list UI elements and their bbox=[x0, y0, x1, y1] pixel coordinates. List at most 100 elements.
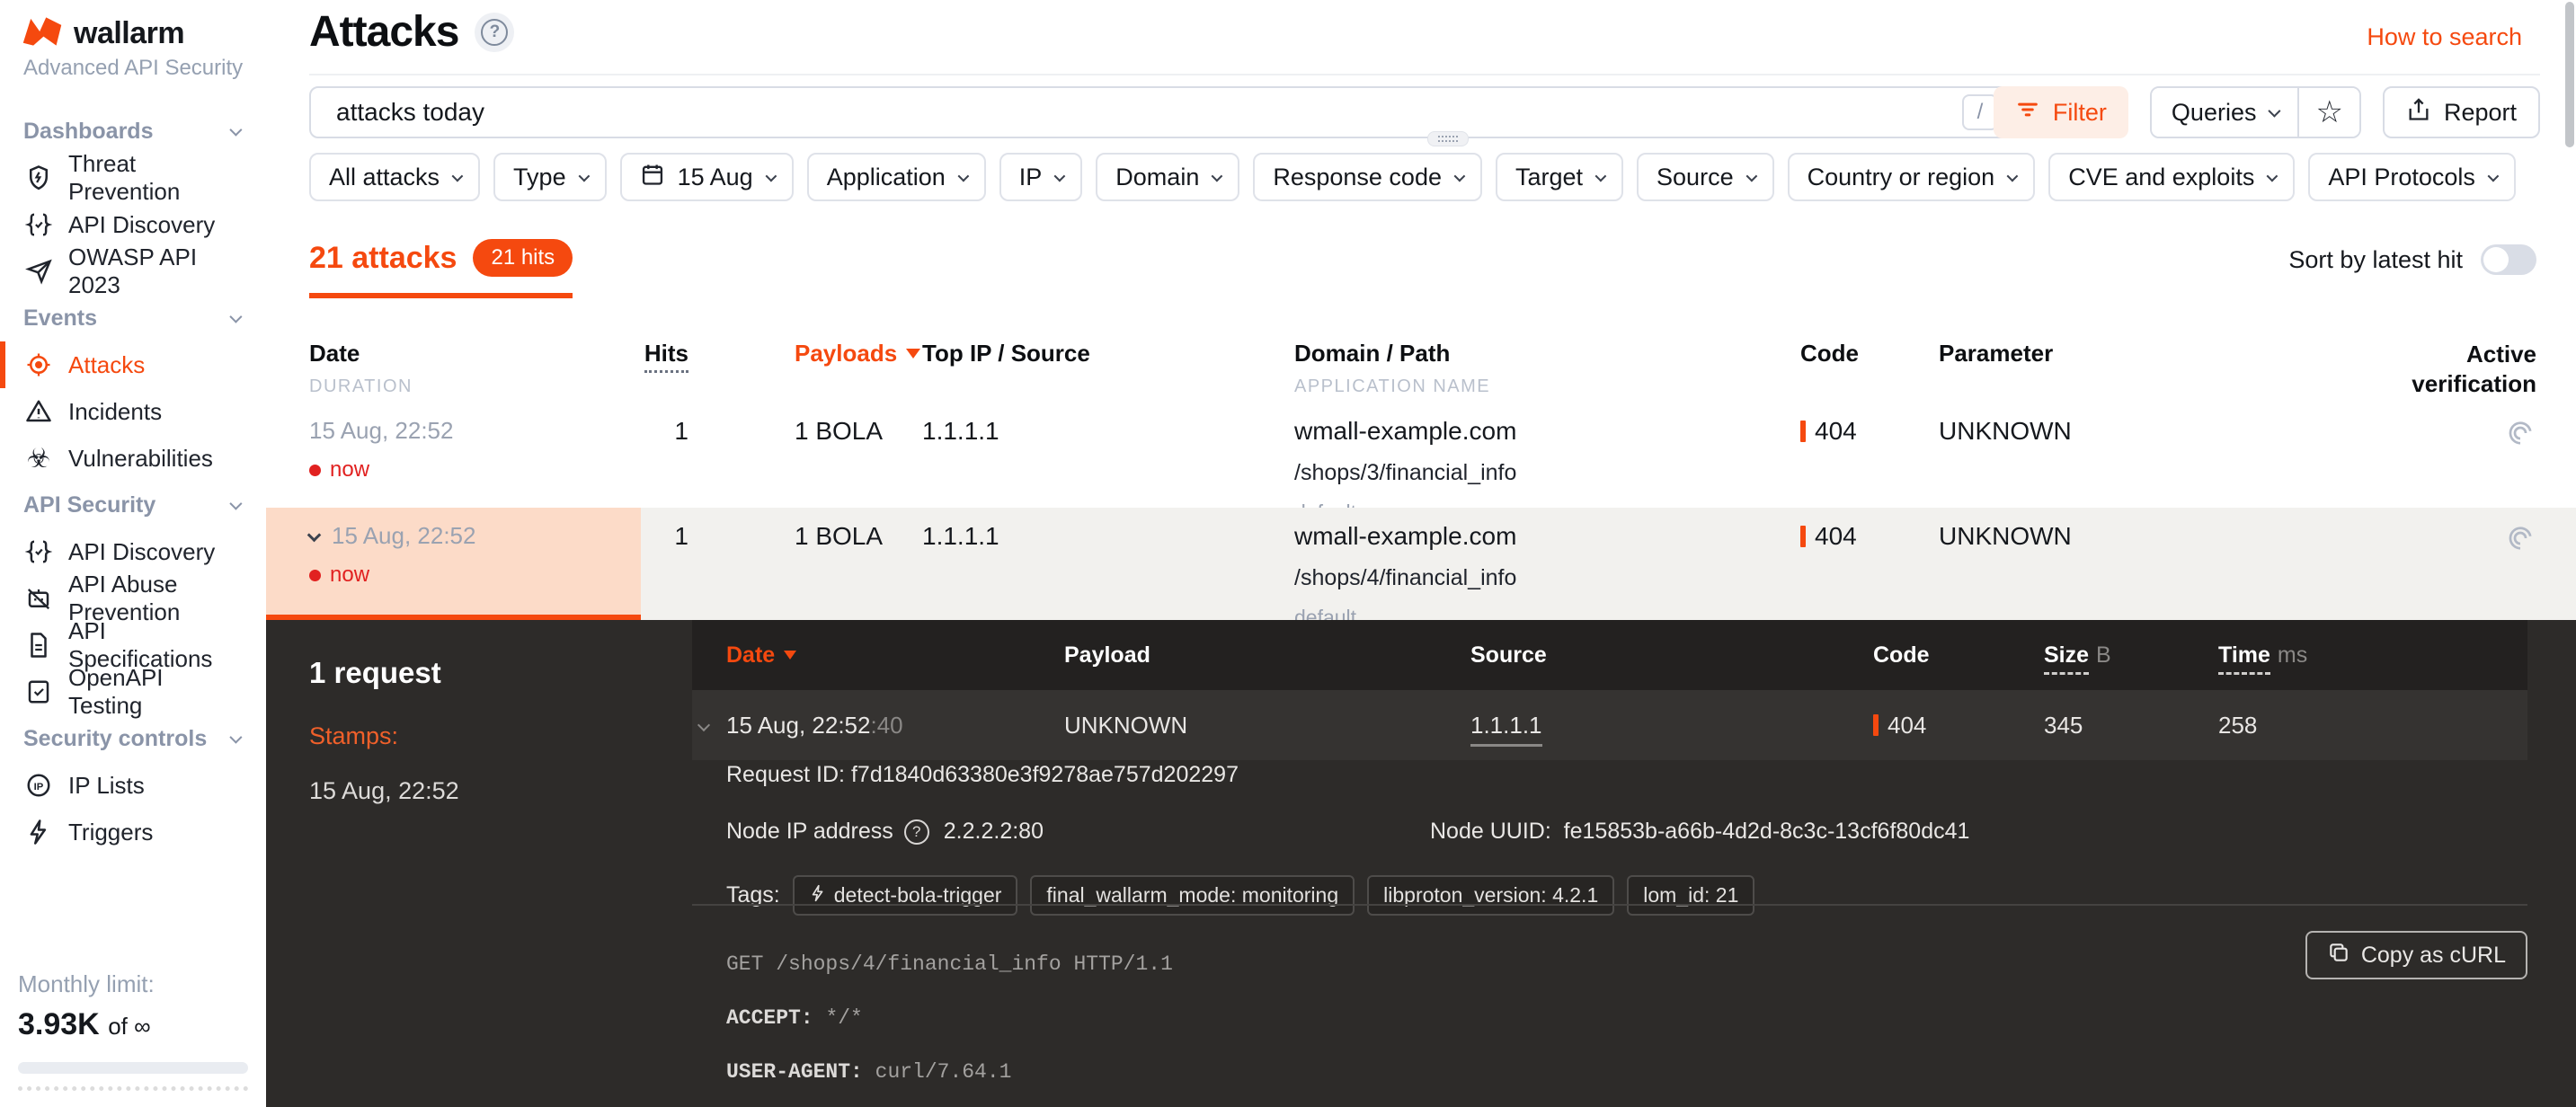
active-indicator bbox=[0, 341, 5, 388]
chip-application[interactable]: Application bbox=[807, 153, 986, 201]
row-payloads: 1 BOLA bbox=[688, 522, 922, 551]
chevron-down-icon bbox=[229, 124, 242, 137]
sort-toggle[interactable] bbox=[2481, 244, 2536, 275]
requests-table: Date Payload Source Code SizeB Timems 15… bbox=[692, 620, 2527, 760]
sidebar-section-dashboards[interactable]: Dashboards bbox=[0, 108, 266, 155]
hits-badge: 21 hits bbox=[473, 239, 573, 277]
help-circle-icon[interactable]: ? bbox=[904, 819, 929, 845]
monthly-limit-label: Monthly limit: bbox=[18, 970, 248, 998]
node-uuid-value: fe15853b-a66b-4d2d-8c3c-13cf6f80dc41 bbox=[1564, 819, 1970, 844]
search-bar: / bbox=[309, 86, 2064, 138]
queries-button[interactable]: Queries bbox=[2152, 88, 2298, 137]
chip-api-protocols[interactable]: API Protocols bbox=[2308, 153, 2516, 201]
sidebar-item-api-specifications[interactable]: API Specifications bbox=[0, 622, 266, 669]
page-title: Attacks bbox=[309, 7, 458, 57]
sidebar-scrollbar[interactable] bbox=[18, 1086, 248, 1091]
col-hits[interactable]: Hits bbox=[620, 340, 688, 368]
col-duration: DURATION bbox=[309, 376, 620, 397]
request-time: 258 bbox=[2218, 712, 2527, 739]
chip-source[interactable]: Source bbox=[1637, 153, 1774, 201]
live-dot-icon bbox=[309, 465, 321, 476]
dcol-size[interactable]: SizeB bbox=[2044, 642, 2218, 669]
row-parameter: UNKNOWN bbox=[1939, 522, 2376, 551]
col-active-verification: Active verification bbox=[2376, 340, 2536, 398]
row-domain: wmall-example.com bbox=[1294, 522, 1800, 551]
attack-row-expanded[interactable]: 15 Aug, 22:52 now 1 1 BOLA 1.1.1.1 wmall… bbox=[266, 508, 2576, 620]
svg-text:IP: IP bbox=[34, 782, 44, 793]
sidebar-section-api-security[interactable]: API Security bbox=[0, 482, 266, 528]
sidebar-item-owasp-api-2023[interactable]: OWASP API 2023 bbox=[0, 248, 266, 295]
row-date: 15 Aug, 22:52 bbox=[309, 417, 620, 445]
queries-group: Queries ☆ bbox=[2150, 86, 2361, 138]
report-button[interactable]: Report bbox=[2383, 86, 2540, 138]
row-payloads: 1 BOLA bbox=[688, 417, 922, 446]
filter-button[interactable]: Filter bbox=[1994, 86, 2128, 138]
row-code: 404 bbox=[1815, 417, 1857, 446]
request-source[interactable]: 1.1.1.1 bbox=[1470, 712, 1873, 739]
chip-date[interactable]: 15 Aug bbox=[620, 153, 794, 201]
how-to-search-link[interactable]: How to search bbox=[2367, 23, 2522, 51]
chip-response-code[interactable]: Response code bbox=[1253, 153, 1482, 201]
code-status-bar bbox=[1800, 421, 1806, 442]
favorite-star-button[interactable]: ☆ bbox=[2297, 88, 2358, 137]
chip-type[interactable]: Type bbox=[493, 153, 607, 201]
sidebar-section-events[interactable]: Events bbox=[0, 295, 266, 341]
monthly-limit: Monthly limit: 3.93K of ∞ bbox=[18, 970, 248, 1091]
dcol-time[interactable]: Timems bbox=[2218, 642, 2527, 669]
main-content: Attacks ? How to search / Filter Queries bbox=[266, 0, 2576, 1107]
sidebar-item-triggers[interactable]: Triggers bbox=[0, 809, 266, 855]
sidebar-item-api-abuse-prevention[interactable]: API Abuse Prevention bbox=[0, 575, 266, 622]
chevron-down-icon[interactable] bbox=[307, 528, 322, 543]
sidebar-item-incidents[interactable]: Incidents bbox=[0, 388, 266, 435]
chip-target[interactable]: Target bbox=[1496, 153, 1623, 201]
results-summary-tab[interactable]: 21 attacks 21 hits bbox=[309, 239, 573, 298]
dcol-source: Source bbox=[1470, 642, 1873, 669]
robot-ban-icon bbox=[23, 585, 54, 612]
row-domain: wmall-example.com bbox=[1294, 417, 1800, 446]
chevron-down-icon[interactable] bbox=[697, 718, 710, 731]
requests-count: 1 request bbox=[309, 656, 651, 690]
active-verification-icon[interactable] bbox=[2504, 417, 2536, 454]
wallarm-logo-icon bbox=[22, 16, 63, 51]
col-payloads[interactable]: Payloads bbox=[688, 340, 922, 368]
chip-country[interactable]: Country or region bbox=[1788, 153, 2036, 201]
stamps-label[interactable]: Stamps: bbox=[309, 722, 651, 750]
sidebar-item-vulnerabilities[interactable]: ☣ Vulnerabilities bbox=[0, 435, 266, 482]
row-ip[interactable]: 1.1.1.1 bbox=[922, 417, 1294, 446]
row-path: /shops/3/financial_info bbox=[1294, 460, 1800, 486]
table-header: DateDURATION Hits Payloads Top IP / Sour… bbox=[309, 340, 2536, 398]
sidebar-item-attacks[interactable]: Attacks bbox=[0, 341, 266, 388]
search-resize-handle[interactable] bbox=[1427, 131, 1469, 146]
help-icon[interactable]: ? bbox=[475, 13, 514, 52]
search-input[interactable] bbox=[311, 98, 1962, 127]
attacks-count: 21 attacks bbox=[309, 241, 457, 276]
sidebar-item-api-discovery-2[interactable]: API Discovery bbox=[0, 528, 266, 575]
dcol-code: Code bbox=[1873, 642, 2044, 669]
sidebar-item-api-discovery[interactable]: API Discovery bbox=[0, 201, 266, 248]
copy-as-curl-button[interactable]: Copy as cURL bbox=[2305, 931, 2527, 979]
dcol-date[interactable]: Date bbox=[692, 642, 1064, 669]
chip-all-attacks[interactable]: All attacks bbox=[309, 153, 480, 201]
active-verification-icon[interactable] bbox=[2504, 522, 2536, 559]
sidebar-item-threat-prevention[interactable]: Threat Prevention bbox=[0, 155, 266, 201]
brand-subtitle: Advanced API Security bbox=[23, 56, 243, 81]
chip-domain[interactable]: Domain bbox=[1096, 153, 1239, 201]
braces-check-icon bbox=[23, 211, 54, 238]
sidebar-section-security-controls[interactable]: Security controls bbox=[0, 715, 266, 762]
chip-cve[interactable]: CVE and exploits bbox=[2048, 153, 2295, 201]
brand-name: wallarm bbox=[74, 16, 184, 51]
export-icon bbox=[2406, 97, 2431, 128]
page-scrollbar[interactable] bbox=[2565, 2, 2574, 147]
attack-row[interactable]: 15 Aug, 22:52 now 1 1 BOLA 1.1.1.1 wmall… bbox=[266, 403, 2576, 508]
chip-ip[interactable]: IP bbox=[999, 153, 1083, 201]
row-hits: 1 bbox=[620, 522, 688, 551]
brand-logo[interactable]: wallarm bbox=[22, 16, 184, 51]
sidebar-item-openapi-testing[interactable]: OpenAPI Testing bbox=[0, 669, 266, 715]
stamp-value: 15 Aug, 22:52 bbox=[309, 777, 651, 805]
request-code: 404 bbox=[1888, 712, 1926, 739]
node-ip-label: Node IP address bbox=[726, 819, 893, 845]
sidebar-item-ip-lists[interactable]: IP IP Lists bbox=[0, 762, 266, 809]
calendar-icon bbox=[640, 162, 665, 193]
request-row[interactable]: 15 Aug, 22:52:40 UNKNOWN 1.1.1.1 404 345… bbox=[692, 690, 2527, 760]
row-ip[interactable]: 1.1.1.1 bbox=[922, 522, 1294, 551]
